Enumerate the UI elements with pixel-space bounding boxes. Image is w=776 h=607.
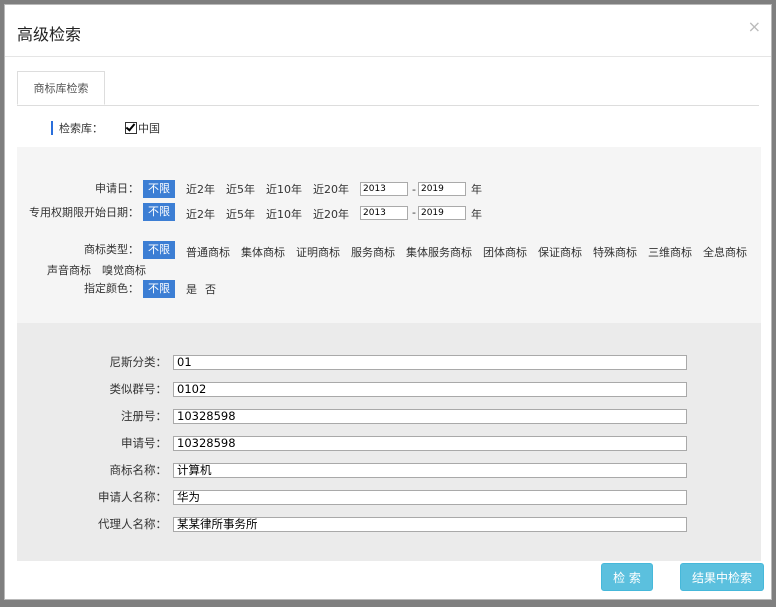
option-group[interactable]: 团体商标 bbox=[483, 244, 527, 260]
filter-label: 专用权期限开始日期： bbox=[29, 205, 139, 219]
option-2y[interactable]: 近2年 bbox=[186, 181, 215, 197]
option-3d[interactable]: 三维商标 bbox=[648, 244, 692, 260]
china-checkbox-label: 中国 bbox=[138, 122, 160, 135]
reg-number-input[interactable]: 10328598 bbox=[173, 408, 687, 424]
mark-name-input[interactable]: 计算机 bbox=[173, 462, 687, 478]
field-label: 商标名称： bbox=[109, 463, 168, 477]
field-label: 代理人名称： bbox=[98, 517, 167, 531]
nolimit-option[interactable]: 不限 bbox=[143, 180, 175, 198]
option-2y[interactable]: 近2年 bbox=[186, 206, 215, 222]
option-5y[interactable]: 近5年 bbox=[226, 181, 255, 197]
year-from-input[interactable] bbox=[360, 182, 408, 196]
year-to-input[interactable] bbox=[417, 206, 466, 220]
agent-input[interactable]: 某某律所事务所 bbox=[173, 516, 687, 532]
option-ordinary[interactable]: 普通商标 bbox=[186, 244, 230, 260]
filter-exclusive-date: 专用权期限开始日期： 不限 近2年 近5年 近10年 近20年 - 年 bbox=[17, 203, 761, 222]
option-special[interactable]: 特殊商标 bbox=[593, 244, 637, 260]
option-20y[interactable]: 近20年 bbox=[313, 206, 349, 222]
nolimit-option[interactable]: 不限 bbox=[143, 203, 175, 221]
option-10y[interactable]: 近10年 bbox=[266, 206, 302, 222]
tab-bar: 商标库检索 bbox=[17, 71, 759, 106]
option-collective-service[interactable]: 集体服务商标 bbox=[406, 244, 472, 260]
field-nice-class: 尼斯分类： 01 bbox=[17, 354, 687, 370]
similar-group-input[interactable]: 0102 bbox=[173, 381, 687, 397]
range-dash: - bbox=[412, 206, 416, 219]
option-yes[interactable]: 是 bbox=[186, 281, 197, 297]
filter-label: 申请日： bbox=[95, 182, 139, 195]
field-mark-name: 商标名称： 计算机 bbox=[17, 462, 687, 478]
field-similar-group: 类似群号： 0102 bbox=[17, 381, 687, 397]
search-library-label: 检索库： bbox=[59, 122, 103, 135]
year-unit: 年 bbox=[470, 208, 482, 221]
search-button[interactable]: 检 索 bbox=[601, 563, 653, 591]
filter-label: 指定颜色： bbox=[84, 282, 139, 295]
search-form-panel: 尼斯分类： 01 类似群号： 0102 注册号： 10328598 申请号： 1… bbox=[17, 323, 761, 561]
china-checkbox[interactable] bbox=[125, 122, 137, 134]
option-sound[interactable]: 声音商标 bbox=[47, 262, 91, 278]
year-unit: 年 bbox=[470, 183, 482, 196]
dialog-header: 高级检索 × bbox=[5, 5, 771, 57]
filter-label: 商标类型： bbox=[84, 243, 139, 256]
field-agent: 代理人名称： 某某律所事务所 bbox=[17, 516, 687, 532]
filter-color: 指定颜色： 不限 是 否 bbox=[17, 280, 761, 298]
tab-trademark-search[interactable]: 商标库检索 bbox=[17, 71, 105, 105]
year-from-input[interactable] bbox=[360, 206, 408, 220]
search-library-row: 检索库： 中国 bbox=[51, 120, 160, 136]
field-label: 申请人名称： bbox=[98, 490, 167, 504]
field-reg-number: 注册号： 10328598 bbox=[17, 408, 687, 424]
dialog-title: 高级检索 bbox=[17, 25, 82, 44]
option-10y[interactable]: 近10年 bbox=[266, 181, 302, 197]
applicant-input[interactable]: 华为 bbox=[173, 489, 687, 505]
option-guarantee[interactable]: 保证商标 bbox=[538, 244, 582, 260]
option-smell[interactable]: 嗅觉商标 bbox=[102, 262, 146, 278]
field-label: 申请号： bbox=[121, 436, 167, 450]
nice-class-input[interactable]: 01 bbox=[173, 354, 687, 370]
field-label: 类似群号： bbox=[109, 382, 168, 396]
option-certification[interactable]: 证明商标 bbox=[296, 244, 340, 260]
option-collective[interactable]: 集体商标 bbox=[241, 244, 285, 260]
option-hologram[interactable]: 全息商标 bbox=[703, 244, 747, 260]
app-number-input[interactable]: 10328598 bbox=[173, 435, 687, 451]
filter-apply-date: 申请日： 不限 近2年 近5年 近10年 近20年 - 年 bbox=[17, 180, 761, 198]
field-label: 注册号： bbox=[121, 409, 167, 423]
field-app-number: 申请号： 10328598 bbox=[17, 435, 687, 451]
year-to-input[interactable] bbox=[417, 182, 466, 196]
field-applicant: 申请人名称： 华为 bbox=[17, 489, 687, 505]
advanced-search-dialog: 高级检索 × 商标库检索 检索库： 中国 申请日： 不限 近2年 近5年 近10… bbox=[4, 4, 772, 600]
option-20y[interactable]: 近20年 bbox=[313, 181, 349, 197]
field-label: 尼斯分类： bbox=[109, 355, 168, 369]
option-no[interactable]: 否 bbox=[205, 281, 216, 297]
filter-mark-type: 商标类型： 不限 普通商标 集体商标 证明商标 服务商标 集体服务商标 团体商标… bbox=[17, 241, 761, 278]
section-marker bbox=[51, 121, 53, 135]
close-icon[interactable]: × bbox=[748, 17, 761, 36]
search-within-results-button[interactable]: 结果中检索 bbox=[680, 563, 764, 591]
option-5y[interactable]: 近5年 bbox=[226, 206, 255, 222]
range-dash: - bbox=[412, 182, 416, 196]
nolimit-option[interactable]: 不限 bbox=[143, 280, 175, 298]
nolimit-option[interactable]: 不限 bbox=[143, 241, 175, 259]
option-service[interactable]: 服务商标 bbox=[351, 244, 395, 260]
filter-panel: 申请日： 不限 近2年 近5年 近10年 近20年 - 年 专用权期限开始日期：… bbox=[17, 147, 761, 323]
